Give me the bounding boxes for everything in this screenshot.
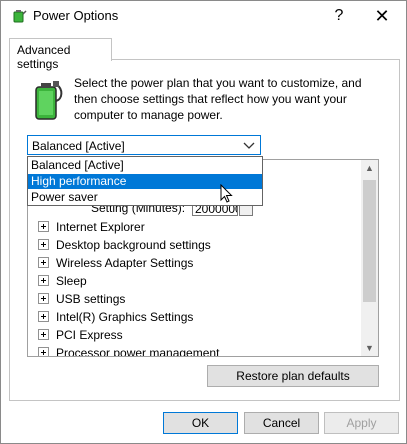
tab-label: Advanced settings — [17, 43, 71, 71]
tree-item-sleep[interactable]: Sleep — [38, 274, 87, 292]
close-button[interactable]: ✕ — [360, 1, 404, 31]
tree-item-label: Internet Explorer — [56, 220, 145, 234]
expand-icon[interactable] — [38, 257, 49, 269]
tree-item-intel-graphics[interactable]: Intel(R) Graphics Settings — [38, 310, 193, 328]
expand-icon[interactable] — [38, 275, 49, 287]
power-options-window: Power Options ? ✕ Advanced settings Sele… — [0, 0, 407, 444]
tree-item-internet-explorer[interactable]: Internet Explorer — [38, 220, 145, 238]
power-plan-select[interactable]: Balanced [Active] — [27, 135, 261, 155]
expand-icon[interactable] — [38, 221, 49, 233]
mouse-pointer-icon — [220, 184, 233, 203]
tree-item-label: Desktop background settings — [56, 238, 211, 252]
cancel-button[interactable]: Cancel — [244, 412, 319, 434]
ok-button[interactable]: OK — [163, 412, 238, 434]
tree-item-usb-settings[interactable]: USB settings — [38, 292, 125, 310]
expand-icon[interactable] — [38, 293, 49, 305]
help-button[interactable]: ? — [317, 1, 361, 31]
tree-item-label: PCI Express — [56, 328, 123, 342]
tree-item-label: Processor power management — [56, 346, 220, 357]
plan-select-value: Balanced [Active] — [32, 139, 125, 153]
power-options-icon — [13, 10, 27, 23]
scroll-up-icon[interactable]: ▲ — [361, 160, 378, 176]
description-text: Select the power plan that you want to c… — [74, 76, 362, 122]
tree-item-pci-express[interactable]: PCI Express — [38, 328, 123, 346]
expand-icon[interactable] — [38, 329, 49, 341]
tree-item-label: Intel(R) Graphics Settings — [56, 310, 194, 324]
title-bar: Power Options ? ✕ — [1, 1, 406, 31]
restore-plan-defaults-button[interactable]: Restore plan defaults — [207, 365, 379, 387]
tree-item-label: USB settings — [56, 292, 126, 306]
battery-plug-icon — [35, 81, 63, 120]
scroll-down-icon[interactable]: ▼ — [361, 340, 378, 356]
chevron-down-icon — [243, 142, 255, 149]
apply-button[interactable]: Apply — [324, 412, 399, 434]
expand-icon[interactable] — [38, 347, 49, 356]
tree-item-label: Wireless Adapter Settings — [56, 256, 194, 270]
plan-option-balanced[interactable]: Balanced [Active] — [28, 158, 262, 173]
tree-item-processor-power[interactable]: Processor power management — [38, 346, 220, 357]
window-title: Power Options — [33, 8, 119, 23]
vertical-scrollbar[interactable]: ▲ ▼ — [361, 160, 378, 356]
expand-icon[interactable] — [38, 311, 49, 323]
tree-item-desktop-background[interactable]: Desktop background settings — [38, 238, 211, 256]
tree-item-wireless-adapter[interactable]: Wireless Adapter Settings — [38, 256, 193, 274]
expand-icon[interactable] — [38, 239, 49, 251]
tab-advanced-settings[interactable]: Advanced settings — [9, 38, 112, 71]
tree-item-label: Sleep — [56, 274, 87, 288]
scrollbar-thumb[interactable] — [363, 180, 376, 302]
